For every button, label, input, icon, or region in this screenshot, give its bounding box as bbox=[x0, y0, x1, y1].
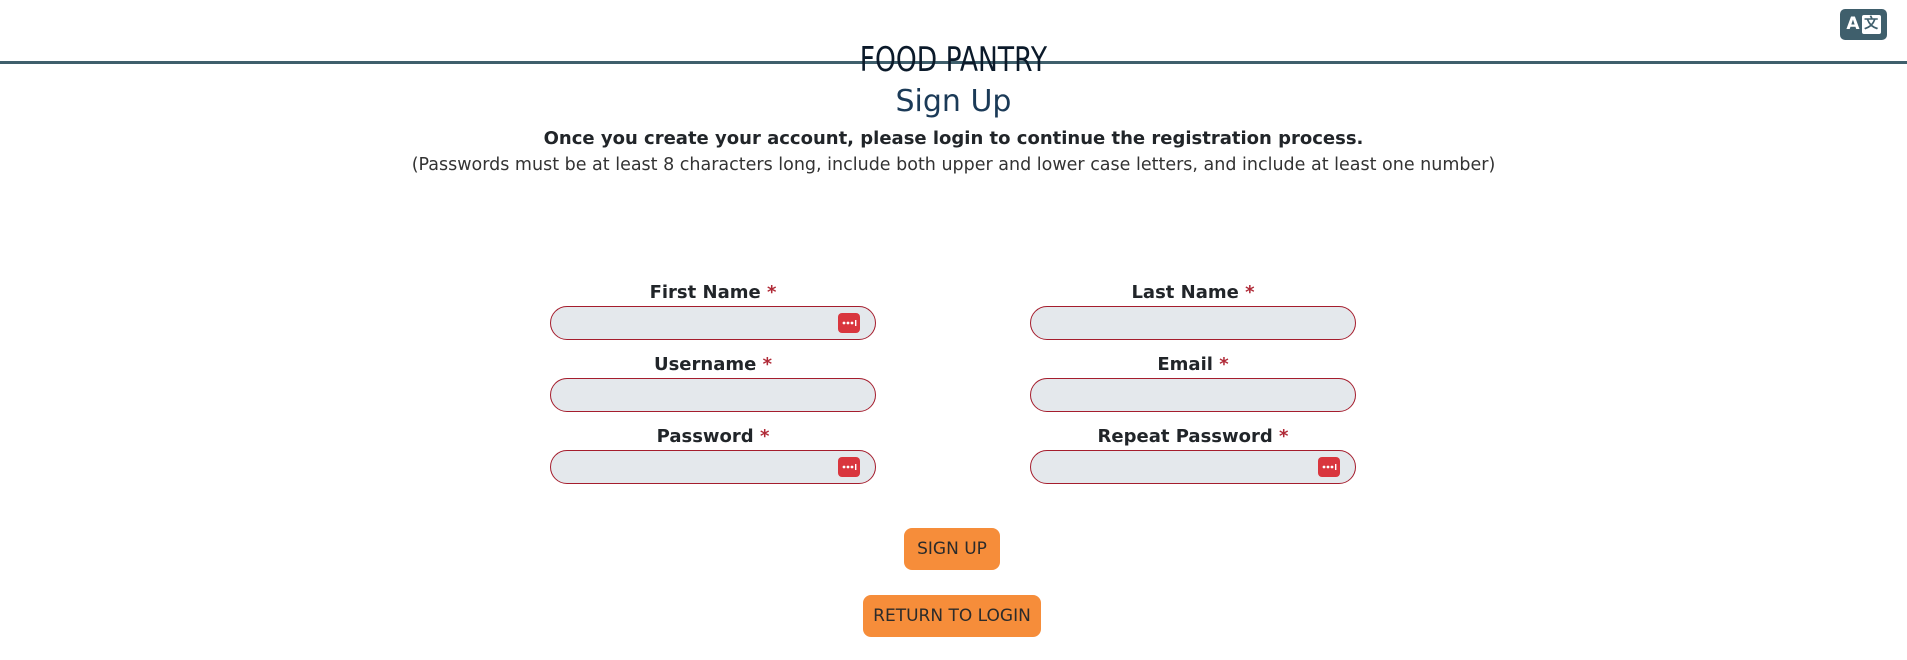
password-input[interactable] bbox=[550, 450, 876, 484]
password-manager-icon[interactable] bbox=[1318, 457, 1340, 477]
repeat-password-label: Repeat Password * bbox=[1097, 426, 1289, 447]
username-label: Username * bbox=[653, 354, 773, 375]
brand-logo: FOOD PANTRY bbox=[859, 40, 1048, 80]
username-field: Username * bbox=[550, 353, 876, 412]
username-input[interactable] bbox=[550, 378, 876, 412]
last-name-input[interactable] bbox=[1030, 306, 1356, 340]
translate-icon: A bbox=[1846, 14, 1860, 34]
first-name-label: First Name * bbox=[649, 282, 777, 303]
password-label: Password * bbox=[656, 426, 770, 447]
email-input[interactable] bbox=[1030, 378, 1356, 412]
repeat-password-input[interactable] bbox=[1030, 450, 1356, 484]
required-mark: * bbox=[766, 282, 777, 303]
page-title: Sign Up bbox=[895, 84, 1012, 119]
registration-notice: Once you create your account, please log… bbox=[543, 128, 1364, 149]
email-field: Email * bbox=[1030, 353, 1356, 412]
repeat-password-field: Repeat Password * bbox=[1030, 425, 1356, 484]
required-mark: * bbox=[762, 354, 773, 375]
return-to-login-button[interactable]: RETURN TO LOGIN bbox=[863, 595, 1041, 637]
password-manager-icon[interactable] bbox=[838, 457, 860, 477]
required-mark: * bbox=[759, 426, 770, 447]
required-mark: * bbox=[1245, 282, 1255, 303]
sign-up-button[interactable]: SIGN UP bbox=[904, 528, 1000, 570]
first-name-input[interactable] bbox=[550, 306, 876, 340]
translate-button[interactable]: A 文 bbox=[1840, 9, 1887, 40]
translate-icon-glyph: 文 bbox=[1861, 15, 1881, 34]
password-field: Password * bbox=[550, 425, 876, 484]
required-mark: * bbox=[1279, 426, 1289, 447]
email-label: Email * bbox=[1157, 354, 1229, 375]
password-manager-icon[interactable] bbox=[838, 313, 860, 333]
last-name-field: Last Name * bbox=[1030, 281, 1356, 340]
last-name-label: Last Name * bbox=[1131, 282, 1255, 303]
password-rules: (Passwords must be at least 8 characters… bbox=[411, 155, 1496, 175]
first-name-field: First Name * bbox=[550, 281, 876, 340]
required-mark: * bbox=[1219, 354, 1229, 375]
